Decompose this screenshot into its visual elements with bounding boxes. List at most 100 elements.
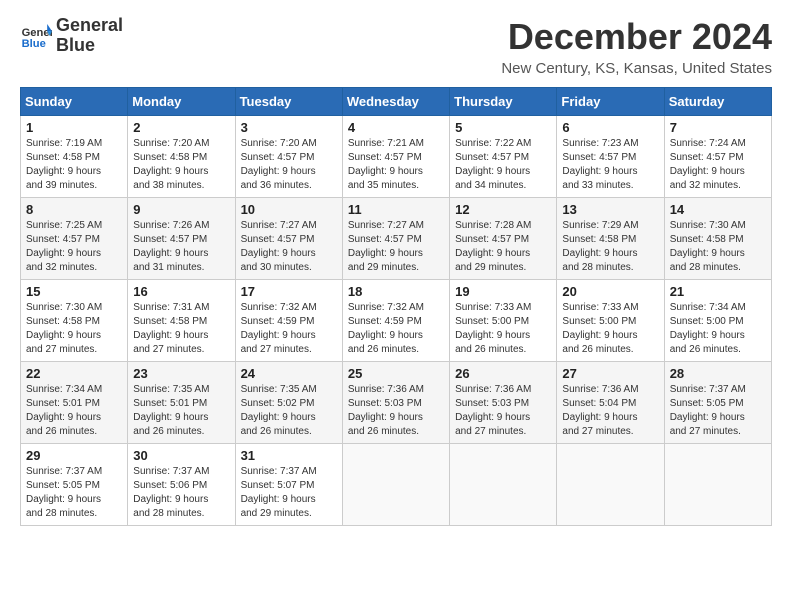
day-number: 14	[670, 202, 766, 217]
day-number: 10	[241, 202, 337, 217]
day-info: Sunrise: 7:34 AM Sunset: 5:00 PM Dayligh…	[670, 301, 766, 357]
day-info: Sunrise: 7:37 AM Sunset: 5:05 PM Dayligh…	[26, 465, 122, 521]
day-number: 24	[241, 366, 337, 381]
calendar-day-cell: 14 Sunrise: 7:30 AM Sunset: 4:58 PM Dayli…	[664, 198, 771, 280]
day-number: 27	[562, 366, 658, 381]
day-number: 25	[348, 366, 444, 381]
page-header: General Blue General Blue December 2024 …	[20, 16, 772, 77]
calendar-day-cell: 17 Sunrise: 7:32 AM Sunset: 4:59 PM Dayli…	[235, 280, 342, 362]
day-number: 26	[455, 366, 551, 381]
day-info: Sunrise: 7:30 AM Sunset: 4:58 PM Dayligh…	[26, 301, 122, 357]
day-number: 21	[670, 284, 766, 299]
calendar-header-sunday: Sunday	[21, 88, 128, 116]
day-number: 13	[562, 202, 658, 217]
calendar-day-cell: 22 Sunrise: 7:34 AM Sunset: 5:01 PM Dayli…	[21, 362, 128, 444]
calendar-title-area: December 2024 New Century, KS, Kansas, U…	[501, 16, 772, 77]
day-info: Sunrise: 7:37 AM Sunset: 5:05 PM Dayligh…	[670, 383, 766, 439]
calendar-day-cell	[450, 444, 557, 526]
day-info: Sunrise: 7:29 AM Sunset: 4:58 PM Dayligh…	[562, 219, 658, 275]
calendar-day-cell: 4Sunrise: 7:21 AM Sunset: 4:57 PM Daylig…	[342, 116, 449, 198]
day-info: Sunrise: 7:23 AM Sunset: 4:57 PM Dayligh…	[562, 137, 658, 193]
day-info: Sunrise: 7:32 AM Sunset: 4:59 PM Dayligh…	[348, 301, 444, 357]
calendar-header-monday: Monday	[128, 88, 235, 116]
calendar-week-row: 15 Sunrise: 7:30 AM Sunset: 4:58 PM Dayli…	[21, 280, 772, 362]
day-info: Sunrise: 7:35 AM Sunset: 5:02 PM Dayligh…	[241, 383, 337, 439]
day-info: Sunrise: 7:28 AM Sunset: 4:57 PM Dayligh…	[455, 219, 551, 275]
day-number: 28	[670, 366, 766, 381]
calendar-day-cell: 28 Sunrise: 7:37 AM Sunset: 5:05 PM Dayli…	[664, 362, 771, 444]
calendar-week-row: 1Sunrise: 7:19 AM Sunset: 4:58 PM Daylig…	[21, 116, 772, 198]
day-info: Sunrise: 7:31 AM Sunset: 4:58 PM Dayligh…	[133, 301, 229, 357]
day-number: 9	[133, 202, 229, 217]
day-number: 15	[26, 284, 122, 299]
day-number: 22	[26, 366, 122, 381]
calendar-day-cell: 9 Sunrise: 7:26 AM Sunset: 4:57 PM Daylig…	[128, 198, 235, 280]
calendar-week-row: 22 Sunrise: 7:34 AM Sunset: 5:01 PM Dayli…	[21, 362, 772, 444]
day-number: 16	[133, 284, 229, 299]
logo-icon: General Blue	[20, 20, 52, 52]
day-info: Sunrise: 7:33 AM Sunset: 5:00 PM Dayligh…	[455, 301, 551, 357]
calendar-day-cell: 30 Sunrise: 7:37 AM Sunset: 5:06 PM Dayli…	[128, 444, 235, 526]
day-number: 29	[26, 448, 122, 463]
calendar-day-cell: 24 Sunrise: 7:35 AM Sunset: 5:02 PM Dayli…	[235, 362, 342, 444]
calendar-day-cell: 13 Sunrise: 7:29 AM Sunset: 4:58 PM Dayli…	[557, 198, 664, 280]
day-number: 2	[133, 120, 229, 135]
calendar-header-wednesday: Wednesday	[342, 88, 449, 116]
calendar-day-cell: 12 Sunrise: 7:28 AM Sunset: 4:57 PM Dayli…	[450, 198, 557, 280]
calendar-day-cell: 11Sunrise: 7:27 AM Sunset: 4:57 PM Dayli…	[342, 198, 449, 280]
logo: General Blue General Blue	[20, 16, 123, 56]
calendar-header-saturday: Saturday	[664, 88, 771, 116]
calendar-day-cell: 18 Sunrise: 7:32 AM Sunset: 4:59 PM Dayli…	[342, 280, 449, 362]
logo-text-line1: General	[56, 16, 123, 36]
calendar-day-cell	[664, 444, 771, 526]
calendar-day-cell: 25Sunrise: 7:36 AM Sunset: 5:03 PM Dayli…	[342, 362, 449, 444]
day-number: 17	[241, 284, 337, 299]
calendar-table: SundayMondayTuesdayWednesdayThursdayFrid…	[20, 87, 772, 526]
calendar-day-cell: 19 Sunrise: 7:33 AM Sunset: 5:00 PM Dayli…	[450, 280, 557, 362]
calendar-day-cell: 3Sunrise: 7:20 AM Sunset: 4:57 PM Daylig…	[235, 116, 342, 198]
day-info: Sunrise: 7:36 AM Sunset: 5:03 PM Dayligh…	[455, 383, 551, 439]
calendar-location: New Century, KS, Kansas, United States	[501, 60, 772, 77]
calendar-header-friday: Friday	[557, 88, 664, 116]
svg-text:Blue: Blue	[22, 38, 46, 50]
day-info: Sunrise: 7:26 AM Sunset: 4:57 PM Dayligh…	[133, 219, 229, 275]
calendar-day-cell: 1Sunrise: 7:19 AM Sunset: 4:58 PM Daylig…	[21, 116, 128, 198]
calendar-week-row: 8Sunrise: 7:25 AM Sunset: 4:57 PM Daylig…	[21, 198, 772, 280]
calendar-day-cell: 5Sunrise: 7:22 AM Sunset: 4:57 PM Daylig…	[450, 116, 557, 198]
day-info: Sunrise: 7:34 AM Sunset: 5:01 PM Dayligh…	[26, 383, 122, 439]
day-info: Sunrise: 7:30 AM Sunset: 4:58 PM Dayligh…	[670, 219, 766, 275]
logo-text-line2: Blue	[56, 36, 123, 56]
calendar-day-cell: 20 Sunrise: 7:33 AM Sunset: 5:00 PM Dayli…	[557, 280, 664, 362]
day-info: Sunrise: 7:32 AM Sunset: 4:59 PM Dayligh…	[241, 301, 337, 357]
calendar-month-year: December 2024	[501, 16, 772, 58]
day-number: 19	[455, 284, 551, 299]
day-info: Sunrise: 7:21 AM Sunset: 4:57 PM Dayligh…	[348, 137, 444, 193]
day-number: 12	[455, 202, 551, 217]
calendar-day-cell: 31Sunrise: 7:37 AM Sunset: 5:07 PM Dayli…	[235, 444, 342, 526]
day-info: Sunrise: 7:37 AM Sunset: 5:06 PM Dayligh…	[133, 465, 229, 521]
day-info: Sunrise: 7:19 AM Sunset: 4:58 PM Dayligh…	[26, 137, 122, 193]
calendar-day-cell: 29 Sunrise: 7:37 AM Sunset: 5:05 PM Dayli…	[21, 444, 128, 526]
day-number: 20	[562, 284, 658, 299]
calendar-day-cell: 26 Sunrise: 7:36 AM Sunset: 5:03 PM Dayli…	[450, 362, 557, 444]
calendar-week-row: 29 Sunrise: 7:37 AM Sunset: 5:05 PM Dayli…	[21, 444, 772, 526]
day-number: 11	[348, 202, 444, 217]
day-number: 5	[455, 120, 551, 135]
day-info: Sunrise: 7:36 AM Sunset: 5:04 PM Dayligh…	[562, 383, 658, 439]
day-info: Sunrise: 7:24 AM Sunset: 4:57 PM Dayligh…	[670, 137, 766, 193]
calendar-day-cell: 21 Sunrise: 7:34 AM Sunset: 5:00 PM Dayli…	[664, 280, 771, 362]
calendar-day-cell: 8Sunrise: 7:25 AM Sunset: 4:57 PM Daylig…	[21, 198, 128, 280]
calendar-header-row: SundayMondayTuesdayWednesdayThursdayFrid…	[21, 88, 772, 116]
day-number: 23	[133, 366, 229, 381]
day-number: 18	[348, 284, 444, 299]
day-number: 30	[133, 448, 229, 463]
day-info: Sunrise: 7:33 AM Sunset: 5:00 PM Dayligh…	[562, 301, 658, 357]
calendar-day-cell	[557, 444, 664, 526]
calendar-day-cell: 27 Sunrise: 7:36 AM Sunset: 5:04 PM Dayli…	[557, 362, 664, 444]
calendar-day-cell	[342, 444, 449, 526]
calendar-day-cell: 7 Sunrise: 7:24 AM Sunset: 4:57 PM Daylig…	[664, 116, 771, 198]
calendar-day-cell: 10Sunrise: 7:27 AM Sunset: 4:57 PM Dayli…	[235, 198, 342, 280]
calendar-day-cell: 6Sunrise: 7:23 AM Sunset: 4:57 PM Daylig…	[557, 116, 664, 198]
day-number: 7	[670, 120, 766, 135]
calendar-header-thursday: Thursday	[450, 88, 557, 116]
